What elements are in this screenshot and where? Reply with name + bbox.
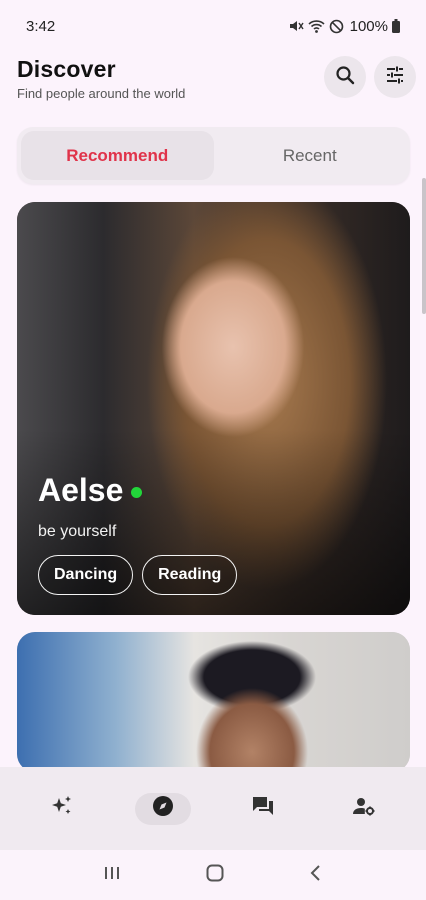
wifi-icon bbox=[308, 18, 325, 34]
chat-icon bbox=[251, 794, 275, 823]
status-bar: 3:42 100% bbox=[0, 0, 426, 52]
profile-info: Aelse be yourself Dancing Reading bbox=[38, 472, 390, 595]
nav-item-messages[interactable] bbox=[235, 793, 291, 825]
battery-percent: 100% bbox=[349, 17, 388, 35]
mute-icon bbox=[288, 18, 304, 34]
sliders-icon bbox=[385, 65, 405, 90]
user-settings-icon bbox=[352, 794, 376, 823]
nav-item-profile[interactable] bbox=[336, 793, 392, 825]
status-time: 3:42 bbox=[26, 17, 56, 35]
filter-button[interactable] bbox=[374, 56, 416, 98]
nav-item-ai[interactable] bbox=[34, 793, 90, 825]
back-icon[interactable] bbox=[309, 864, 323, 887]
feed-tabs: Recommend Recent bbox=[17, 127, 410, 184]
status-icons: 100% bbox=[288, 18, 400, 35]
header-actions bbox=[324, 56, 416, 98]
battery-icon bbox=[392, 19, 400, 33]
tab-recent[interactable]: Recent bbox=[214, 131, 407, 180]
nav-item-discover[interactable] bbox=[134, 792, 191, 825]
system-navigation-bar bbox=[0, 850, 426, 900]
tab-recommend[interactable]: Recommend bbox=[21, 131, 214, 180]
profile-card[interactable]: Aelse be yourself Dancing Reading bbox=[17, 202, 410, 615]
interest-tags: Dancing Reading bbox=[38, 555, 390, 595]
compass-icon bbox=[151, 794, 175, 823]
interest-tag[interactable]: Reading bbox=[142, 555, 238, 595]
bottom-navigation bbox=[0, 767, 426, 850]
discover-screen: 3:42 100% Discover Find people around th… bbox=[0, 0, 426, 900]
profile-photo bbox=[17, 632, 410, 772]
name-row: Aelse bbox=[38, 472, 390, 509]
search-icon bbox=[335, 65, 355, 90]
profile-card[interactable] bbox=[17, 632, 410, 772]
home-icon[interactable] bbox=[206, 864, 224, 887]
profile-bio: be yourself bbox=[38, 523, 117, 540]
search-button[interactable] bbox=[324, 56, 366, 98]
edge-panel-handle[interactable] bbox=[422, 178, 426, 314]
page-header: Discover Find people around the world bbox=[17, 56, 416, 104]
online-indicator bbox=[131, 487, 143, 498]
recent-apps-icon[interactable] bbox=[103, 865, 121, 886]
profile-name: Aelse bbox=[38, 472, 124, 508]
do-not-disturb-icon bbox=[329, 19, 344, 34]
interest-tag[interactable]: Dancing bbox=[38, 555, 134, 595]
sparkles-icon bbox=[50, 794, 74, 823]
